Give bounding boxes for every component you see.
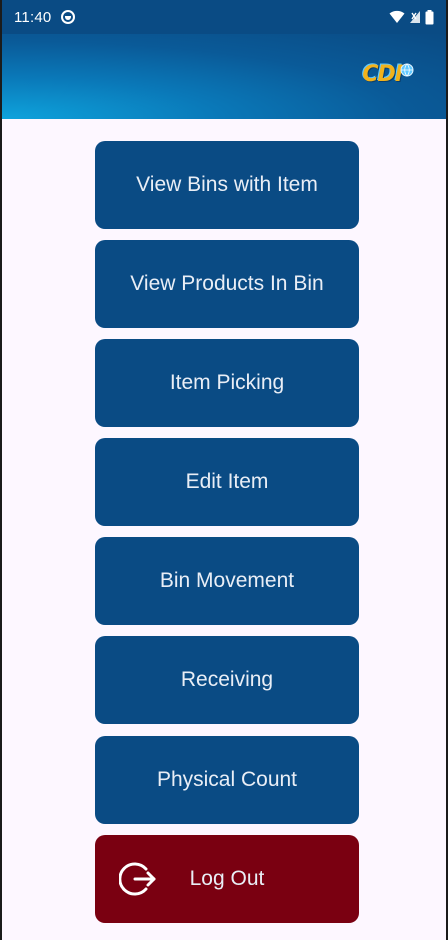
status-time: 11:40 xyxy=(14,8,52,26)
receiving-button[interactable]: Receiving xyxy=(95,636,359,724)
log-out-label: Log Out xyxy=(189,867,265,890)
company-logo: CDI xyxy=(362,62,414,87)
physical-count-button[interactable]: Physical Count xyxy=(95,736,359,824)
notification-icon xyxy=(61,10,76,24)
app-header: CDI xyxy=(2,34,446,119)
status-icons xyxy=(389,9,434,25)
wifi-icon xyxy=(389,10,405,23)
globe-icon xyxy=(400,63,414,76)
bin-movement-button[interactable]: Bin Movement xyxy=(95,537,359,625)
signal-icon xyxy=(410,11,420,23)
app-screen: 11:40 CDI View Bins with Item View Produ… xyxy=(0,0,448,940)
status-bar: 11:40 xyxy=(2,0,446,34)
battery-icon xyxy=(425,9,434,24)
menu-list: View Bins with Item View Products In Bin… xyxy=(2,119,446,940)
item-picking-button[interactable]: Item Picking xyxy=(95,339,359,427)
logo-text: CDI xyxy=(362,62,403,87)
view-bins-with-item-button[interactable]: View Bins with Item xyxy=(95,141,359,229)
log-out-button[interactable]: Log Out xyxy=(95,835,359,923)
view-products-in-bin-button[interactable]: View Products In Bin xyxy=(95,240,359,328)
edit-item-button[interactable]: Edit Item xyxy=(95,438,359,526)
